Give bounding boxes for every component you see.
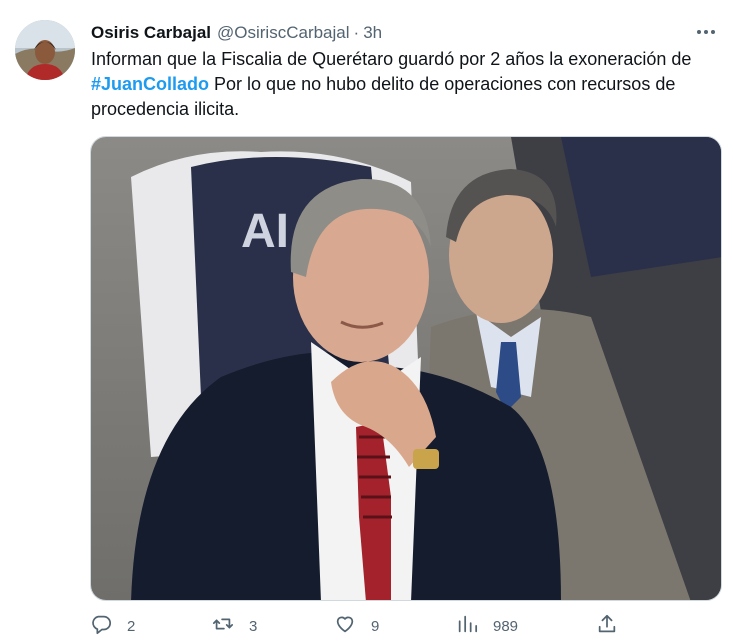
tweet-header: Osiris Carbajal @OsiriscCarbajal · 3h — [91, 20, 733, 46]
tweet[interactable]: Osiris Carbajal @OsiriscCarbajal · 3h In… — [0, 0, 733, 642]
tweet-text: Informan que la Fiscalia de Querétaro gu… — [91, 47, 721, 122]
tweet-photo[interactable]: AI — [90, 136, 722, 601]
like-count: 9 — [371, 617, 380, 635]
share-icon — [596, 613, 618, 639]
author-name[interactable]: Osiris Carbajal — [91, 23, 211, 43]
author-handle[interactable]: @OsiriscCarbajal — [217, 23, 350, 43]
views-button[interactable]: 989 — [456, 612, 518, 640]
retweet-count: 3 — [249, 617, 258, 635]
views-icon — [456, 613, 478, 639]
tweet-text-part1: Informan que la Fiscalia de Querétaro gu… — [91, 49, 692, 69]
views-count: 989 — [493, 617, 519, 635]
svg-text:AI: AI — [241, 205, 289, 258]
reply-count: 2 — [127, 617, 136, 635]
author-avatar[interactable] — [15, 20, 75, 80]
share-button[interactable] — [596, 612, 618, 640]
retweet-icon — [212, 613, 234, 639]
like-button[interactable]: 9 — [334, 612, 379, 640]
reply-button[interactable]: 2 — [90, 612, 135, 640]
more-horizontal-icon[interactable] — [693, 20, 719, 44]
separator-dot: · — [353, 23, 360, 42]
reply-icon — [90, 613, 112, 639]
tweet-time[interactable]: 3h — [363, 23, 382, 43]
like-icon — [334, 613, 356, 639]
hashtag-link[interactable]: #JuanCollado — [91, 74, 209, 94]
tweet-actions: 2 3 9 989 — [90, 612, 720, 640]
retweet-button[interactable]: 3 — [212, 612, 257, 640]
